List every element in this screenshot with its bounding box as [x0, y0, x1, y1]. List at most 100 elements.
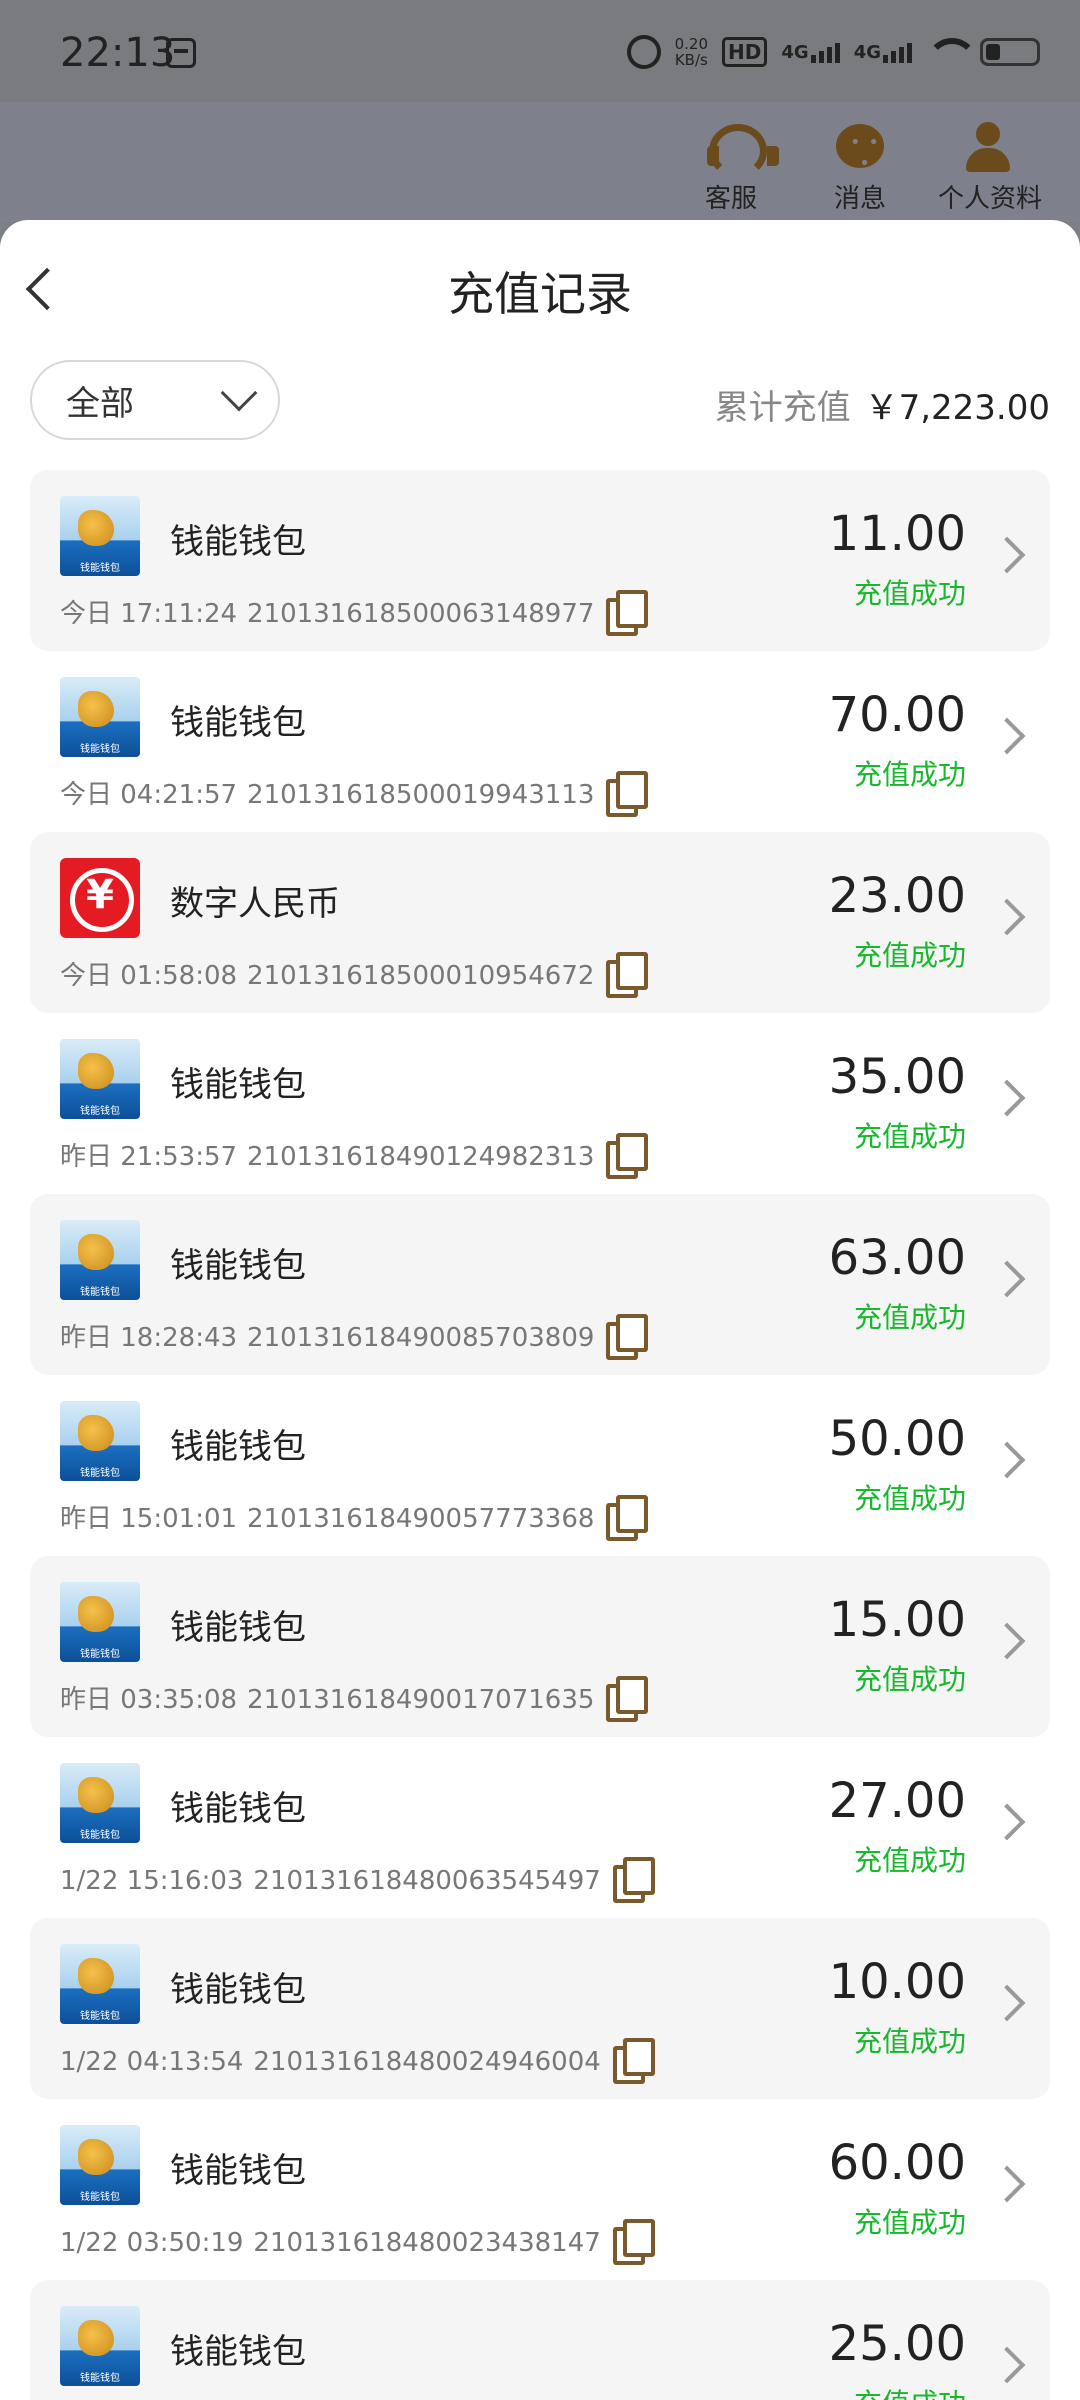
profile-label: 个人资料 — [937, 184, 1042, 214]
record-amount: 25.00 — [828, 2316, 966, 2372]
signal-1-icon: 4G — [781, 41, 840, 63]
record-order-no: 210131618480023438147 — [253, 2228, 601, 2258]
chevron-right-icon — [988, 1803, 1026, 1841]
record-row[interactable]: 钱能钱包 昨日 21:53:57 210131618490124982313 35… — [30, 1013, 1050, 1194]
record-name: 钱能钱包 — [170, 2332, 306, 2372]
record-time: 昨日 15:01:01 — [60, 1504, 238, 1534]
wallet-logo — [60, 1039, 140, 1119]
copy-icon[interactable] — [606, 952, 649, 998]
customer-service-button[interactable]: 客服 — [666, 122, 796, 215]
record-time: 昨日 21:53:57 — [60, 1142, 238, 1172]
record-amount: 70.00 — [828, 687, 966, 743]
messages-label: 消息 — [833, 184, 886, 214]
chevron-right-icon — [988, 2165, 1026, 2203]
chevron-right-icon — [988, 898, 1026, 936]
record-status: 充值成功 — [853, 1482, 966, 1515]
user-settings-icon — [962, 122, 1018, 174]
alarm-icon — [626, 35, 661, 69]
total-recharge: 累计充值 ￥7,223.00 — [715, 380, 1050, 429]
chevron-right-icon — [988, 1622, 1026, 1660]
record-row[interactable]: 钱能钱包 昨日 18:28:43 210131618490085703809 63… — [30, 1194, 1050, 1375]
filter-dropdown[interactable]: 全部 — [30, 360, 280, 440]
record-order-no: 210131618500063148977 — [247, 599, 595, 629]
record-amount: 63.00 — [828, 1230, 966, 1286]
net-speed-unit: KB/s — [674, 51, 708, 69]
copy-icon[interactable] — [612, 1857, 655, 1903]
record-status: 充值成功 — [853, 1301, 966, 1334]
copy-icon[interactable] — [612, 2219, 655, 2265]
chevron-right-icon — [988, 2346, 1026, 2384]
record-order-no: 210131618500010954672 — [247, 961, 595, 991]
chevron-right-icon — [988, 1260, 1026, 1298]
record-status: 充值成功 — [853, 939, 966, 972]
ecny-logo — [60, 858, 140, 938]
wallet-logo — [60, 1401, 140, 1481]
wallet-logo — [60, 2306, 140, 2386]
wifi-icon — [926, 38, 978, 66]
copy-icon[interactable] — [606, 1314, 649, 1360]
profile-button[interactable]: 个人资料 — [925, 122, 1055, 215]
record-amount: 35.00 — [828, 1049, 966, 1105]
copy-icon[interactable] — [612, 2038, 655, 2084]
record-meta: 昨日 18:28:43 210131618490085703809 — [60, 1314, 649, 1360]
record-row[interactable]: 钱能钱包 1/22 15:16:03210131618480063545497 … — [30, 1737, 1050, 1918]
record-name: 钱能钱包 — [170, 2151, 306, 2191]
record-row[interactable]: 钱能钱包 1/22 03:50:19210131618480023438147 … — [30, 2099, 1050, 2280]
record-time: 昨日 18:28:43 — [60, 1323, 238, 1353]
record-name: 数字人民币 — [170, 884, 340, 924]
sim1-label: 4G — [781, 42, 809, 63]
record-time: 1/22 04:13:54 — [60, 2047, 244, 2077]
record-order-no: 210131618480063545497 — [253, 1866, 601, 1896]
top-nav: 客服 消息 个人资料 — [0, 102, 1080, 222]
filter-selected: 全部 — [66, 383, 134, 424]
copy-icon[interactable] — [606, 771, 649, 817]
record-name: 钱能钱包 — [170, 703, 306, 743]
chevron-right-icon — [988, 717, 1026, 755]
recharge-records-sheet: 充值记录 全部 累计充值 ￥7,223.00 钱能钱包 今日 17:11:24 21… — [0, 220, 1080, 2400]
record-order-no: 210131618490057773368 — [247, 1504, 595, 1534]
wallet-logo — [60, 1944, 140, 2024]
record-amount: 10.00 — [828, 1954, 966, 2010]
wallet-logo — [60, 496, 140, 576]
record-amount: 23.00 — [828, 868, 966, 924]
record-row[interactable]: 钱能钱包 今日 17:11:24 210131618500063148977 11… — [30, 470, 1050, 651]
wallet-logo — [60, 2125, 140, 2205]
record-time: 1/22 15:16:03 — [60, 1866, 244, 1896]
chevron-right-icon — [988, 536, 1026, 574]
record-order-no: 210131618500019943113 — [247, 780, 595, 810]
records-list: 钱能钱包 今日 17:11:24 210131618500063148977 11… — [30, 470, 1050, 2400]
record-amount: 27.00 — [828, 1773, 966, 1829]
notification-app-icon — [166, 38, 196, 68]
total-value: ￥7,223.00 — [864, 388, 1050, 428]
copy-icon[interactable] — [606, 1133, 649, 1179]
sheet-header: 充值记录 — [0, 220, 1080, 350]
record-status: 充值成功 — [853, 2206, 966, 2239]
copy-icon[interactable] — [606, 590, 649, 636]
wallet-logo — [60, 677, 140, 757]
page-title: 充值记录 — [448, 267, 632, 321]
copy-icon[interactable] — [606, 1495, 649, 1541]
record-time: 今日 04:21:57 — [60, 780, 238, 810]
record-amount: 50.00 — [828, 1411, 966, 1467]
record-row[interactable]: 钱能钱包 昨日 15:01:01 210131618490057773368 50… — [30, 1375, 1050, 1556]
record-row[interactable]: 钱能钱包 25.00 充值成功 — [30, 2280, 1050, 2400]
messages-button[interactable]: 消息 — [795, 122, 925, 215]
record-row[interactable]: 钱能钱包 昨日 03:35:08 210131618490017071635 15… — [30, 1556, 1050, 1737]
record-name: 钱能钱包 — [170, 1246, 306, 1286]
record-name: 钱能钱包 — [170, 1789, 306, 1829]
customer-service-label: 客服 — [704, 184, 757, 214]
record-time: 1/22 03:50:19 — [60, 2228, 244, 2258]
record-row[interactable]: 钱能钱包 今日 04:21:57 210131618500019943113 70… — [30, 651, 1050, 832]
record-row[interactable]: 数字人民币 今日 01:58:08 210131618500010954672 2… — [30, 832, 1050, 1013]
record-time: 昨日 03:35:08 — [60, 1685, 238, 1715]
record-row[interactable]: 钱能钱包 1/22 04:13:54210131618480024946004 … — [30, 1918, 1050, 2099]
signal-2-icon: 4G — [854, 41, 912, 63]
record-order-no: 210131618490124982313 — [247, 1142, 595, 1172]
chevron-down-icon — [220, 374, 258, 412]
wallet-logo — [60, 1220, 140, 1300]
copy-icon[interactable] — [606, 1676, 649, 1722]
record-amount: 60.00 — [828, 2135, 966, 2191]
record-amount: 11.00 — [828, 506, 966, 562]
record-status: 充值成功 — [853, 758, 966, 791]
record-time: 今日 01:58:08 — [60, 961, 238, 991]
